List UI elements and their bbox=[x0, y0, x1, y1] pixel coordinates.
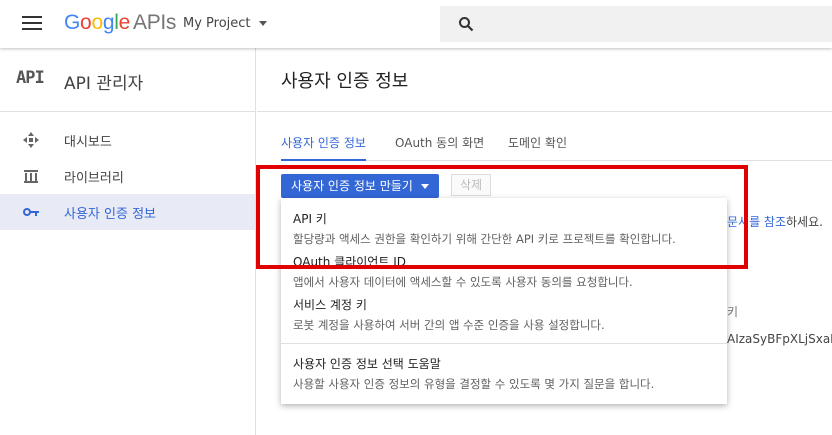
sidebar-item-library[interactable]: 라이브러리 bbox=[0, 158, 255, 194]
sidebar-item-dashboard[interactable]: 대시보드 bbox=[0, 122, 255, 158]
column-header-fragment: 키 bbox=[727, 305, 739, 319]
menu-item-description: 로봇 계정을 사용하여 서버 간의 앱 수준 인증을 사용 설정합니다. bbox=[293, 318, 605, 332]
menu-item-title: OAuth 클라이언트 ID bbox=[293, 255, 406, 269]
sidebar-item-label: 사용자 인증 정보 bbox=[64, 207, 156, 222]
tab-domain-verification[interactable]: 도메인 확인 bbox=[508, 134, 567, 161]
sidebar-item-label: 라이브러리 bbox=[64, 171, 124, 186]
chevron-down-icon bbox=[258, 21, 267, 26]
doc-link[interactable]: 문서를 참조 bbox=[727, 215, 786, 229]
menu-icon[interactable] bbox=[22, 16, 42, 30]
tab-bar: 사용자 인증 정보 OAuth 동의 화면 도메인 확인 bbox=[281, 134, 832, 162]
menu-divider bbox=[281, 343, 727, 344]
doc-suffix: 하세요. bbox=[786, 215, 823, 229]
menu-item-title: API 키 bbox=[293, 212, 327, 226]
create-credentials-label: 사용자 인증 정보 만들기 bbox=[291, 179, 413, 193]
logo-letter: G bbox=[64, 11, 81, 34]
delete-button[interactable]: 삭제 bbox=[451, 174, 492, 196]
menu-item-description: 앱에서 사용자 데이터에 액세스할 수 있도록 사용자 동의를 요청합니다. bbox=[293, 275, 633, 289]
api-logo-mark: API bbox=[16, 68, 45, 88]
sidebar-item-credentials[interactable]: 사용자 인증 정보 bbox=[0, 194, 255, 230]
sidebar-item-label: 대시보드 bbox=[64, 135, 112, 150]
search-icon bbox=[459, 17, 474, 32]
menu-item-api-key[interactable]: API 키 할당량과 액세스 권한을 확인하기 위해 간단한 API 키로 프로… bbox=[293, 210, 676, 247]
menu-item-description: 할당량과 액세스 권한을 확인하기 위해 간단한 API 키로 프로젝트를 확인… bbox=[293, 232, 676, 246]
menu-item-oauth-client-id[interactable]: OAuth 클라이언트 ID 앱에서 사용자 데이터에 액세스할 수 있도록 사… bbox=[293, 253, 633, 290]
tab-credentials[interactable]: 사용자 인증 정보 bbox=[281, 134, 366, 161]
api-key-value: AIzaSyBFpXLjSxaMC bbox=[727, 332, 832, 346]
menu-item-help-me-choose[interactable]: 사용자 인증 정보 선택 도움말 사용할 사용자 인증 정보의 유형을 결정할 … bbox=[293, 355, 654, 392]
logo-letter: o bbox=[80, 11, 92, 34]
page-header: 사용자 인증 정보 bbox=[257, 48, 832, 112]
search-bar[interactable] bbox=[440, 6, 832, 42]
create-credentials-button[interactable]: 사용자 인증 정보 만들기 bbox=[281, 174, 439, 198]
tab-oauth-consent[interactable]: OAuth 동의 화면 bbox=[395, 134, 484, 161]
library-icon bbox=[22, 168, 40, 184]
dashboard-icon bbox=[22, 132, 40, 148]
project-selector[interactable]: My Project bbox=[183, 16, 267, 31]
chevron-down-icon bbox=[420, 184, 429, 189]
google-apis-logo[interactable]: Google APIs bbox=[64, 11, 176, 35]
menu-item-title: 서비스 계정 키 bbox=[293, 298, 367, 312]
sidebar-nav: 대시보드 라이브러리 사용자 인증 정보 bbox=[0, 122, 255, 230]
menu-item-description: 사용할 사용자 인증 정보의 유형을 결정할 수 있도록 몇 가지 질문을 합니… bbox=[293, 377, 655, 391]
doc-reference-text: 문서를 참조하세요. bbox=[727, 213, 823, 230]
menu-item-title: 사용자 인증 정보 선택 도움말 bbox=[293, 357, 441, 371]
create-credentials-menu: API 키 할당량과 액세스 권한을 확인하기 위해 간단한 API 키로 프로… bbox=[281, 198, 727, 404]
sidebar: API API 관리자 대시보드 라이브러리 사용자 인증 정보 bbox=[0, 48, 256, 435]
page-title: 사용자 인증 정보 bbox=[281, 71, 409, 92]
top-app-bar: Google APIs My Project bbox=[0, 0, 832, 48]
logo-letter: e bbox=[118, 11, 131, 34]
logo-suffix: APIs bbox=[132, 11, 177, 34]
menu-item-service-account-key[interactable]: 서비스 계정 키 로봇 계정을 사용하여 서버 간의 앱 수준 인증을 사용 설… bbox=[293, 296, 605, 333]
logo-letter: o bbox=[91, 11, 103, 34]
key-icon bbox=[22, 204, 40, 220]
sidebar-title: API 관리자 bbox=[64, 74, 144, 94]
sidebar-header: API API 관리자 bbox=[0, 48, 255, 112]
logo-letter: g bbox=[102, 11, 115, 34]
project-name: My Project bbox=[183, 16, 251, 31]
